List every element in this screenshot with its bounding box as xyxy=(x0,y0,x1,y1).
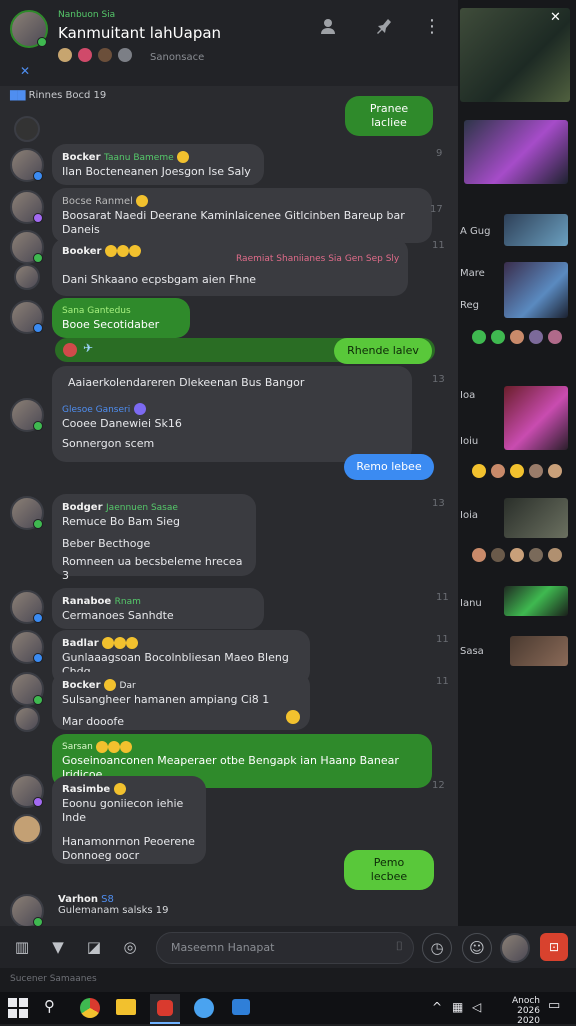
folder-icon[interactable] xyxy=(116,999,136,1015)
timestamp: 9 xyxy=(436,148,443,159)
pin-icon[interactable] xyxy=(370,12,398,40)
message-bubble[interactable]: Bocker Dar Sulsangheer hamanen ampiang C… xyxy=(52,672,310,730)
message-bubble[interactable]: Sana Gantedus Booe Secotidaber xyxy=(52,298,190,338)
message-bubble[interactable]: Varhon S8 Gulemanam salsks 19 xyxy=(58,894,169,916)
members-text: Sanonsace xyxy=(150,52,205,63)
clock-icon[interactable]: ◷ xyxy=(422,933,452,963)
send-icon[interactable]: ⊡ xyxy=(540,933,568,961)
avatar[interactable] xyxy=(14,116,40,142)
avatar[interactable] xyxy=(10,148,44,182)
avatar[interactable] xyxy=(10,300,44,334)
add-user-icon[interactable] xyxy=(314,12,342,40)
search-icon[interactable]: ⚲ xyxy=(44,997,55,1015)
message-bubble[interactable]: Pranee lacliee xyxy=(345,96,433,136)
network-icon[interactable]: ▦ xyxy=(452,1000,463,1014)
timestamp: 17 xyxy=(430,204,443,215)
sidebar-item-label[interactable]: Ioiu xyxy=(460,436,478,447)
gif-icon[interactable]: ▼ xyxy=(44,933,72,961)
media-sidebar[interactable]: ✕ A Gug Mare Reg Ioa Ioiu Ioia Ianu Sasa xyxy=(458,0,576,926)
sticker-icon[interactable]: ◎ xyxy=(116,933,144,961)
edge-icon[interactable] xyxy=(194,998,214,1018)
sidebar-item-label[interactable]: Reg xyxy=(460,300,479,311)
avatar[interactable] xyxy=(10,190,44,224)
message-input[interactable]: Maseemn Hanapat ⌷ xyxy=(156,932,414,964)
message-bubble[interactable]: Ranaboe Rnam Cermanoes Sanhdte xyxy=(52,588,264,629)
media-thumbnail[interactable] xyxy=(504,386,568,450)
timestamp: 12 xyxy=(432,780,445,791)
media-thumbnail[interactable] xyxy=(504,214,568,246)
status-bar: Sucener Samaanes xyxy=(0,968,576,992)
chat-header: Nanbuon Sia Kanmuitant lahUapan Sanonsac… xyxy=(0,0,458,86)
media-thumbnail[interactable] xyxy=(504,586,568,616)
reaction-strip[interactable] xyxy=(472,548,565,562)
message-bubble[interactable]: Rasimbe Eoonu goniiecon iehie Inde Hanam… xyxy=(52,776,206,864)
media-thumbnail[interactable] xyxy=(504,262,568,318)
avatar[interactable] xyxy=(10,894,44,926)
media-thumbnail[interactable] xyxy=(464,120,568,184)
message-bubble[interactable]: Booker Raemiat Shaniianes Sia Gen Sep Sl… xyxy=(52,238,408,296)
message-bubble[interactable]: Aaiaerkolendareren Dlekeenan Bus Bangor … xyxy=(52,366,412,462)
message-bubble[interactable]: Rhende lalev xyxy=(334,338,432,364)
sidebar-item-label[interactable]: A Gug xyxy=(460,226,490,237)
notifications-icon[interactable]: ▭ xyxy=(548,998,560,1013)
timestamp: 13 xyxy=(432,374,445,385)
timestamp: 11 xyxy=(432,240,445,251)
more-vert-icon[interactable]: ⋮ xyxy=(418,12,446,40)
message-bubble[interactable]: Bocse Ranmel Boosarat Naedi Deerane Kami… xyxy=(52,188,432,243)
avatar[interactable] xyxy=(10,774,44,808)
header-subtitle: Nanbuon Sia xyxy=(58,10,116,20)
message-bubble[interactable]: Bocker Taanu Bameme Ilan Bocteneanen Joe… xyxy=(52,144,264,185)
message-bubble[interactable]: Bodger Jaennuen Sasae Remuce Bo Bam Sieg… xyxy=(52,494,256,582)
emoji-icon[interactable]: ☺ xyxy=(462,933,492,963)
avatar[interactable] xyxy=(14,706,40,732)
sidebar-item-label[interactable]: Ioa xyxy=(460,390,475,401)
message-bubble[interactable]: Pemo lecbee xyxy=(344,850,434,890)
avatar[interactable] xyxy=(12,814,42,844)
timestamp: 11 xyxy=(436,592,449,603)
system-line: ▇▇ Rinnes Bocd 19 xyxy=(10,90,107,101)
chrome-icon[interactable] xyxy=(80,998,100,1018)
avatar[interactable] xyxy=(10,496,44,530)
volume-icon[interactable]: ◁ xyxy=(472,1000,481,1014)
attach-icon[interactable]: ▥ xyxy=(8,933,36,961)
reaction-strip[interactable] xyxy=(472,330,565,344)
member-avatars[interactable] xyxy=(58,48,135,62)
image-icon[interactable]: ◪ xyxy=(80,933,108,961)
logo-icon: ✕ xyxy=(20,64,31,78)
message-bubble[interactable]: Remo lebee xyxy=(344,454,434,480)
sidebar-item-label[interactable]: Mare xyxy=(460,268,485,279)
media-thumbnail[interactable] xyxy=(504,498,568,538)
close-icon[interactable]: ✕ xyxy=(550,10,561,25)
timestamp: 11 xyxy=(436,676,449,687)
avatar[interactable] xyxy=(10,630,44,664)
chevron-up-icon[interactable]: ^ xyxy=(432,1000,442,1014)
app-icon-active[interactable] xyxy=(150,994,180,1024)
reaction-strip[interactable] xyxy=(472,464,565,478)
clock[interactable]: Anoch 2026 2020 xyxy=(490,996,540,1026)
sidebar-item-label[interactable]: Ioia xyxy=(460,510,478,521)
avatar[interactable] xyxy=(14,264,40,290)
avatar[interactable] xyxy=(10,230,44,264)
user-avatar[interactable] xyxy=(500,933,530,963)
store-icon[interactable] xyxy=(232,999,250,1015)
message-list[interactable]: ▇▇ Rinnes Bocd 19 Pranee lacliee Bocker … xyxy=(0,86,458,926)
composer-bar: ▥ ▼ ◪ ◎ Maseemn Hanapat ⌷ ◷ ☺ ⊡ xyxy=(0,926,576,968)
avatar[interactable] xyxy=(10,590,44,624)
timestamp: 11 xyxy=(436,634,449,645)
windows-start-icon[interactable] xyxy=(8,998,28,1018)
timestamp: 13 xyxy=(432,498,445,509)
group-avatar[interactable] xyxy=(10,10,48,48)
sidebar-item-label[interactable]: Ianu xyxy=(460,598,482,609)
taskbar: ⚲ ^ ▦ ◁ Anoch 2026 2020 ▭ xyxy=(0,992,576,1026)
sidebar-item-label[interactable]: Sasa xyxy=(460,646,484,657)
media-thumbnail[interactable] xyxy=(510,636,568,666)
avatar[interactable] xyxy=(10,398,44,432)
chat-title[interactable]: Kanmuitant lahUapan xyxy=(58,24,221,42)
avatar[interactable] xyxy=(10,672,44,706)
